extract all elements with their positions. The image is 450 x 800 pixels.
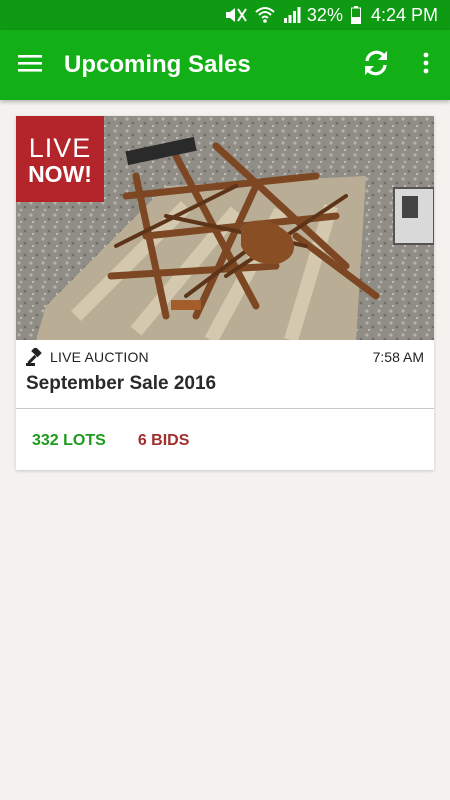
page-title: Upcoming Sales [64, 51, 251, 78]
refresh-button[interactable] [350, 30, 402, 100]
sale-time: 7:58 AM [372, 349, 424, 365]
refresh-icon [361, 48, 391, 83]
lots-count[interactable]: 332 LOTS [32, 432, 106, 450]
more-vert-icon [423, 52, 429, 79]
status-bar: 32% 4:24 PM [0, 0, 450, 30]
gavel-icon [26, 348, 44, 366]
badge-live-text: LIVE [28, 133, 92, 163]
menu-button[interactable] [0, 30, 60, 100]
sale-stats: 332 LOTS 6 BIDS [32, 432, 189, 450]
signal-icon [283, 7, 301, 23]
app-bar: Upcoming Sales [0, 30, 450, 100]
auction-type-label: LIVE AUCTION [50, 349, 149, 365]
live-now-badge: LIVE NOW! [16, 116, 104, 202]
sale-meta: LIVE AUCTION 7:58 AM [26, 347, 424, 367]
battery-percent: 32% [306, 4, 343, 25]
mute-icon [223, 6, 247, 24]
clock: 4:24 PM [370, 4, 438, 25]
badge-now-text: NOW! [28, 161, 92, 187]
divider [16, 408, 434, 409]
menu-icon [17, 53, 43, 78]
battery-icon [350, 6, 361, 24]
wifi-icon [255, 6, 275, 24]
sale-photo: LIVE NOW! [16, 116, 434, 340]
overflow-menu-button[interactable] [402, 30, 450, 100]
sale-title[interactable]: September Sale 2016 [26, 373, 216, 395]
bids-count[interactable]: 6 BIDS [138, 432, 190, 450]
sale-card[interactable]: LIVE NOW! LIVE AUCTION 7:58 AM September… [16, 116, 434, 470]
